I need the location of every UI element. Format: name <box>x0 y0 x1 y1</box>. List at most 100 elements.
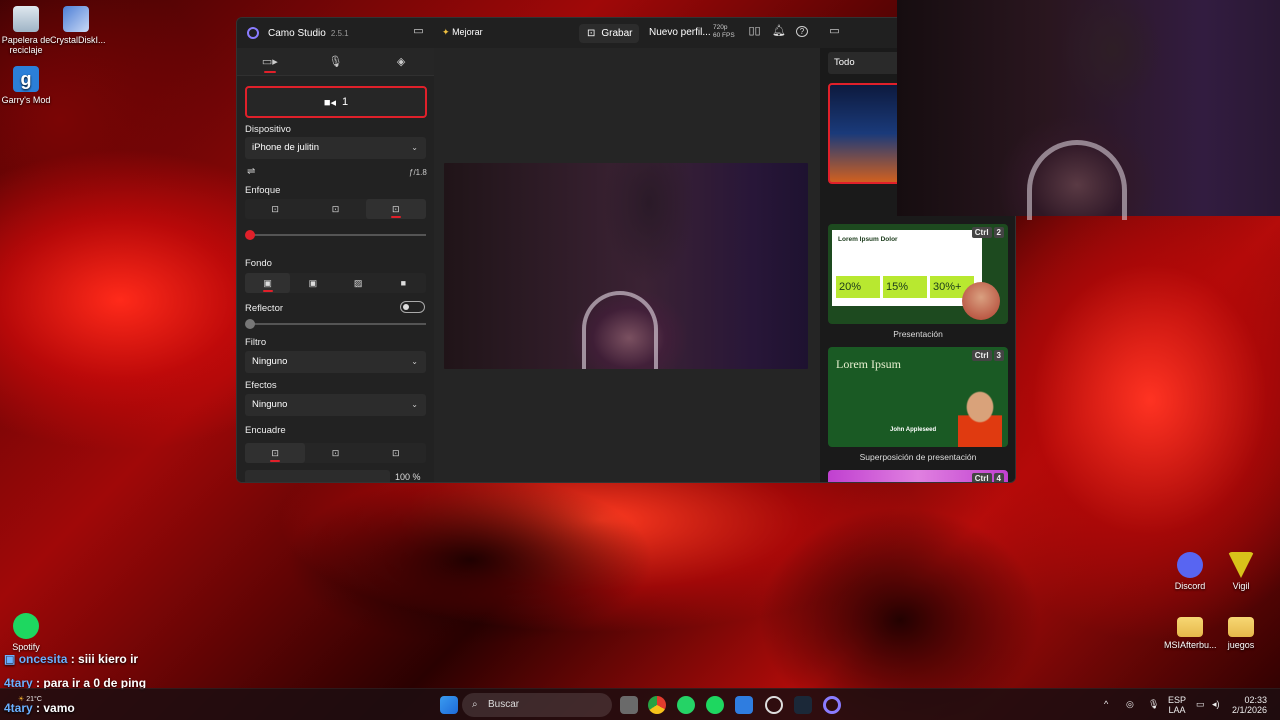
panel-toggle-icon[interactable]: ▭ <box>828 26 841 37</box>
framing-tight-button[interactable]: ⊡ <box>305 443 365 463</box>
task-view-icon[interactable] <box>620 696 638 714</box>
tab-video[interactable]: ▭▸ <box>250 48 290 76</box>
lang-primary: ESP <box>1168 695 1187 705</box>
focus-face-icon: ⊡ <box>331 204 340 214</box>
chevron-down-icon: ⌄ <box>411 357 418 366</box>
stat-value: 20% <box>836 276 880 298</box>
person-headphones-shape <box>1027 140 1127 220</box>
chat-message: 4tary : vamo <box>4 701 75 715</box>
focus-manual-button[interactable]: ⊡ <box>365 199 426 219</box>
camera-icon: ■◂ <box>323 96 337 109</box>
framing-wide-button[interactable]: ⊡ <box>366 443 426 463</box>
desktop-icon-label: Papelera de reciclaje <box>1 35 51 55</box>
background-hide-button[interactable]: ▨ <box>336 273 381 293</box>
windows-start-icon[interactable] <box>440 696 458 714</box>
scene-card-2[interactable]: Lorem Ipsum Dolor 20% 15% 30%+ Ctrl 2 <box>828 224 1008 324</box>
help-icon[interactable]: ? <box>796 26 808 37</box>
spotify-taskbar-icon[interactable] <box>706 696 724 714</box>
slide-preview: Lorem Ipsum Dolor 20% 15% 30%+ <box>832 230 982 306</box>
taskbar: ☀ 21°C 4tary : vamo ⌕ Buscar ^ ◎ 🎙︎ ESP … <box>0 688 1280 720</box>
spotlight-toggle[interactable] <box>400 301 425 313</box>
resolution-value: 720p <box>713 24 728 31</box>
camo-taskbar-icon[interactable] <box>823 696 841 714</box>
focus-face-button[interactable]: ⊡ <box>305 199 365 219</box>
focus-slider[interactable] <box>245 230 426 240</box>
record-button[interactable]: ⊡ Grabar <box>579 24 639 43</box>
scene-filter-label: Todo <box>834 57 855 68</box>
settings-tabs: ▭▸ 🎙︎ ◈ <box>237 48 434 76</box>
device-dropdown[interactable]: iPhone de julitin ⌄ <box>245 137 426 159</box>
floating-camera-overlay <box>897 0 1280 220</box>
background-replace-button[interactable]: ■ <box>381 273 426 293</box>
effects-value: Ninguno <box>252 399 288 410</box>
desktop-icon-vigil[interactable]: Vigil <box>1215 552 1267 591</box>
framing-off-icon: ⊡ <box>271 448 279 458</box>
chevron-up-icon[interactable]: ^ <box>1104 699 1108 709</box>
chat-username: 4tary <box>4 701 33 715</box>
whatsapp-icon[interactable] <box>677 696 695 714</box>
tab-layers[interactable]: ◈ <box>381 48 421 76</box>
folder-icon <box>1228 617 1254 637</box>
network-icon[interactable]: ▭ <box>1196 699 1205 709</box>
desktop-icon-spotify[interactable]: Spotify <box>0 613 52 652</box>
background-blur-button[interactable]: ▣ <box>290 273 335 293</box>
tray-app-icon[interactable]: ◎ <box>1126 699 1134 709</box>
desktop-icon-juegos[interactable]: juegos <box>1215 613 1267 650</box>
device-heading: Dispositivo <box>245 124 291 135</box>
framing-mode-selector: ⊡ ⊡ ⊡ <box>245 443 426 463</box>
chevron-down-icon: ⌄ <box>411 400 418 409</box>
zoom-bar[interactable] <box>245 470 390 482</box>
tab-audio[interactable]: 🎙︎ <box>315 48 355 76</box>
focus-auto-button[interactable]: ⊡ <box>245 199 305 219</box>
enhance-button[interactable]: ✦ Mejorar <box>442 27 483 38</box>
enhance-label: Mejorar <box>452 27 483 37</box>
left-settings-panel: ▭▸ 🎙︎ ◈ ■◂ 1 Dispositivo iPhone de julit… <box>237 48 434 482</box>
slider-knob[interactable] <box>245 319 255 329</box>
microphone-tray-icon[interactable]: 🎙︎ <box>1148 699 1159 709</box>
file-explorer-icon[interactable] <box>735 696 753 714</box>
framing-tight-icon: ⊡ <box>331 448 340 458</box>
preview-area <box>434 48 820 482</box>
desktop-icon-crystaldisk[interactable]: CrystalDiskI... <box>50 6 106 45</box>
scene-caption: Superposición de presentación <box>859 452 977 462</box>
fps-value: 60 FPS <box>713 32 735 39</box>
person-icon: ▣ <box>263 278 272 288</box>
shortcut-badge: Ctrl 4 <box>971 473 1004 482</box>
person-replace-icon: ■ <box>400 278 407 288</box>
video-camera-icon: ▭▸ <box>261 55 278 68</box>
camo-logo-icon <box>247 27 259 39</box>
framing-off-button[interactable]: ⊡ <box>245 443 306 463</box>
layout-columns-icon[interactable]: ▯▯ <box>748 26 761 37</box>
focus-mode-selector: ⊡ ⊡ ⊡ <box>245 199 426 219</box>
clock[interactable]: 02:33 2/1/2026 <box>1232 695 1267 715</box>
filter-dropdown[interactable]: Ninguno ⌄ <box>245 351 426 373</box>
desktop-icon-msiafterburner[interactable]: MSIAfterbu... <box>1164 613 1217 650</box>
clock-date: 2/1/2026 <box>1232 705 1268 715</box>
obs-icon[interactable] <box>765 696 783 714</box>
desktop-icon-garrysmod[interactable]: g Garry's Mod <box>0 66 52 105</box>
chat-text: : vamo <box>36 701 75 715</box>
device-value: iPhone de julitin <box>252 142 320 153</box>
desktop-icon-label: juegos <box>1227 640 1255 650</box>
profile-selector[interactable]: Nuevo perfil... <box>649 27 711 38</box>
background-none-button[interactable]: ▣ <box>245 273 291 293</box>
scene-card-4[interactable]: Ctrl 4 <box>828 470 1008 482</box>
spotlight-slider[interactable] <box>245 319 426 329</box>
scene-card-3[interactable]: Lorem Ipsum John Appleseed Ctrl 3 <box>828 347 1008 447</box>
presenter-name: John Appleseed <box>890 427 937 433</box>
desktop-icon-recycle-bin[interactable]: Papelera de reciclaje <box>0 6 52 55</box>
chrome-icon[interactable] <box>648 696 666 714</box>
volume-icon[interactable]: ◂) <box>1212 699 1220 709</box>
taskbar-search[interactable]: ⌕ Buscar <box>462 693 612 717</box>
slider-knob[interactable] <box>245 230 255 240</box>
spotify-icon <box>13 613 39 639</box>
sparkle-icon: ✦ <box>442 27 450 37</box>
desktop-icon-discord[interactable]: Discord <box>1164 552 1216 591</box>
steam-icon[interactable] <box>794 696 812 714</box>
bell-icon[interactable]: 🔔︎ <box>772 26 786 37</box>
effects-dropdown[interactable]: Ninguno ⌄ <box>245 394 426 416</box>
camera-select-button[interactable]: ■◂ 1 <box>245 86 427 118</box>
crystaldisk-icon <box>63 6 89 32</box>
language-indicator[interactable]: ESP LAA <box>1168 695 1186 715</box>
sidebar-toggle-icon[interactable]: ▭ <box>412 26 425 37</box>
